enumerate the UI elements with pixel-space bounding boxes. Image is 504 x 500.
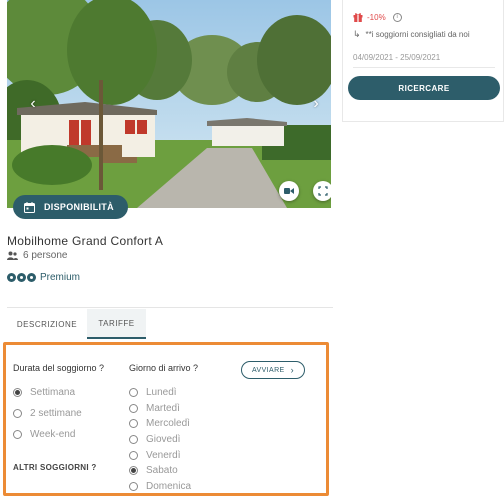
- radio-button[interactable]: [129, 404, 138, 413]
- discount-value: -10%: [367, 12, 386, 22]
- radio-button[interactable]: [129, 419, 138, 428]
- day-option-venerdi[interactable]: Venerdì: [129, 450, 180, 461]
- info-icon[interactable]: i: [392, 12, 402, 22]
- suggestion-note: ↳ **i soggiorni consigliati da noi: [353, 29, 470, 40]
- day-option-label: Giovedì: [146, 434, 181, 445]
- radio-button[interactable]: [129, 466, 138, 475]
- video-camera-icon: [284, 188, 294, 194]
- booking-options-panel: Durata del soggiorno ? Giorno di arrivo …: [3, 342, 329, 496]
- duration-heading: Durata del soggiorno ?: [13, 363, 105, 373]
- day-option-giovedi[interactable]: Giovedì: [129, 434, 180, 445]
- listing-photo[interactable]: ‹ ›: [7, 0, 331, 208]
- video-button[interactable]: [279, 181, 299, 201]
- day-option-martedi[interactable]: Martedì: [129, 403, 180, 414]
- sidebar-divider: [353, 67, 495, 68]
- date-range: 04/09/2021 - 25/09/2021: [353, 53, 441, 62]
- other-stays-link[interactable]: ALTRI SOGGIORNI ?: [13, 463, 97, 472]
- expand-icon: [318, 186, 328, 196]
- day-option-domenica[interactable]: Domenica: [129, 481, 191, 492]
- day-option-label: Martedì: [146, 403, 180, 414]
- suggestion-text: **i soggiorni consigliati da noi: [365, 30, 470, 39]
- rating-dot-icon: [27, 273, 36, 282]
- duration-option-settimana[interactable]: Settimana: [13, 387, 75, 398]
- duration-option-label: 2 settimane: [30, 408, 82, 419]
- arrival-day-heading: Giorno di arrivo ?: [129, 363, 199, 373]
- tabs-divider: [7, 307, 333, 308]
- availability-button[interactable]: DISPONIBILITÀ: [13, 195, 128, 219]
- availability-label: DISPONIBILITÀ: [44, 202, 114, 212]
- day-option-label: Sabato: [146, 465, 178, 476]
- radio-button[interactable]: [13, 409, 22, 418]
- search-button[interactable]: RICERCARE: [348, 76, 500, 100]
- listing-title: Mobilhome Grand Confort A: [7, 234, 164, 248]
- day-option-label: Venerdì: [146, 450, 181, 461]
- tab-tariffe[interactable]: TARIFFE: [87, 309, 146, 339]
- day-option-label: Domenica: [146, 481, 192, 492]
- radio-button[interactable]: [129, 451, 138, 460]
- day-option-sabato[interactable]: Sabato: [129, 465, 178, 476]
- day-option-label: Mercoledì: [146, 418, 190, 429]
- persons-row: 6 persone: [7, 250, 67, 261]
- start-button-label: AVVIARE: [251, 366, 285, 374]
- day-option-lunedi[interactable]: Lunedì: [129, 387, 177, 398]
- price-sidebar: -10% i ↳ **i soggiorni consigliati da no…: [342, 0, 504, 122]
- rating-row: Premium: [7, 272, 80, 283]
- discount-row: -10% i: [353, 12, 402, 22]
- rating-dots: [7, 273, 36, 282]
- prev-photo-arrow[interactable]: ‹: [25, 96, 41, 112]
- mobilhome-photo-image: [7, 0, 331, 208]
- people-icon: [7, 251, 18, 260]
- duration-option-label: Settimana: [30, 387, 76, 398]
- return-arrow-icon: ↳: [353, 29, 361, 39]
- rating-label: Premium: [40, 272, 81, 283]
- radio-button[interactable]: [129, 435, 138, 444]
- duration-option-2-settimane[interactable]: 2 settimane: [13, 408, 82, 419]
- duration-option-label: Week-end: [30, 429, 76, 440]
- start-button[interactable]: AVVIARE ›: [241, 361, 305, 379]
- fullscreen-button[interactable]: [313, 181, 331, 201]
- tab-descrizione[interactable]: DESCRIZIONE: [7, 309, 87, 339]
- day-option-mercoledi[interactable]: Mercoledì: [129, 418, 190, 429]
- calendar-icon: [24, 201, 35, 213]
- radio-button[interactable]: [13, 430, 22, 439]
- radio-button[interactable]: [129, 482, 138, 491]
- rating-dot-icon: [17, 273, 26, 282]
- chevron-right-icon: ›: [290, 365, 295, 375]
- next-photo-arrow[interactable]: ›: [308, 96, 324, 112]
- rating-dot-icon: [7, 273, 16, 282]
- radio-button[interactable]: [13, 388, 22, 397]
- duration-option-week-end[interactable]: Week-end: [13, 429, 75, 440]
- gift-icon: [353, 13, 363, 22]
- radio-button[interactable]: [129, 388, 138, 397]
- persons-count: 6 persone: [23, 250, 68, 261]
- day-option-label: Lunedì: [146, 387, 177, 398]
